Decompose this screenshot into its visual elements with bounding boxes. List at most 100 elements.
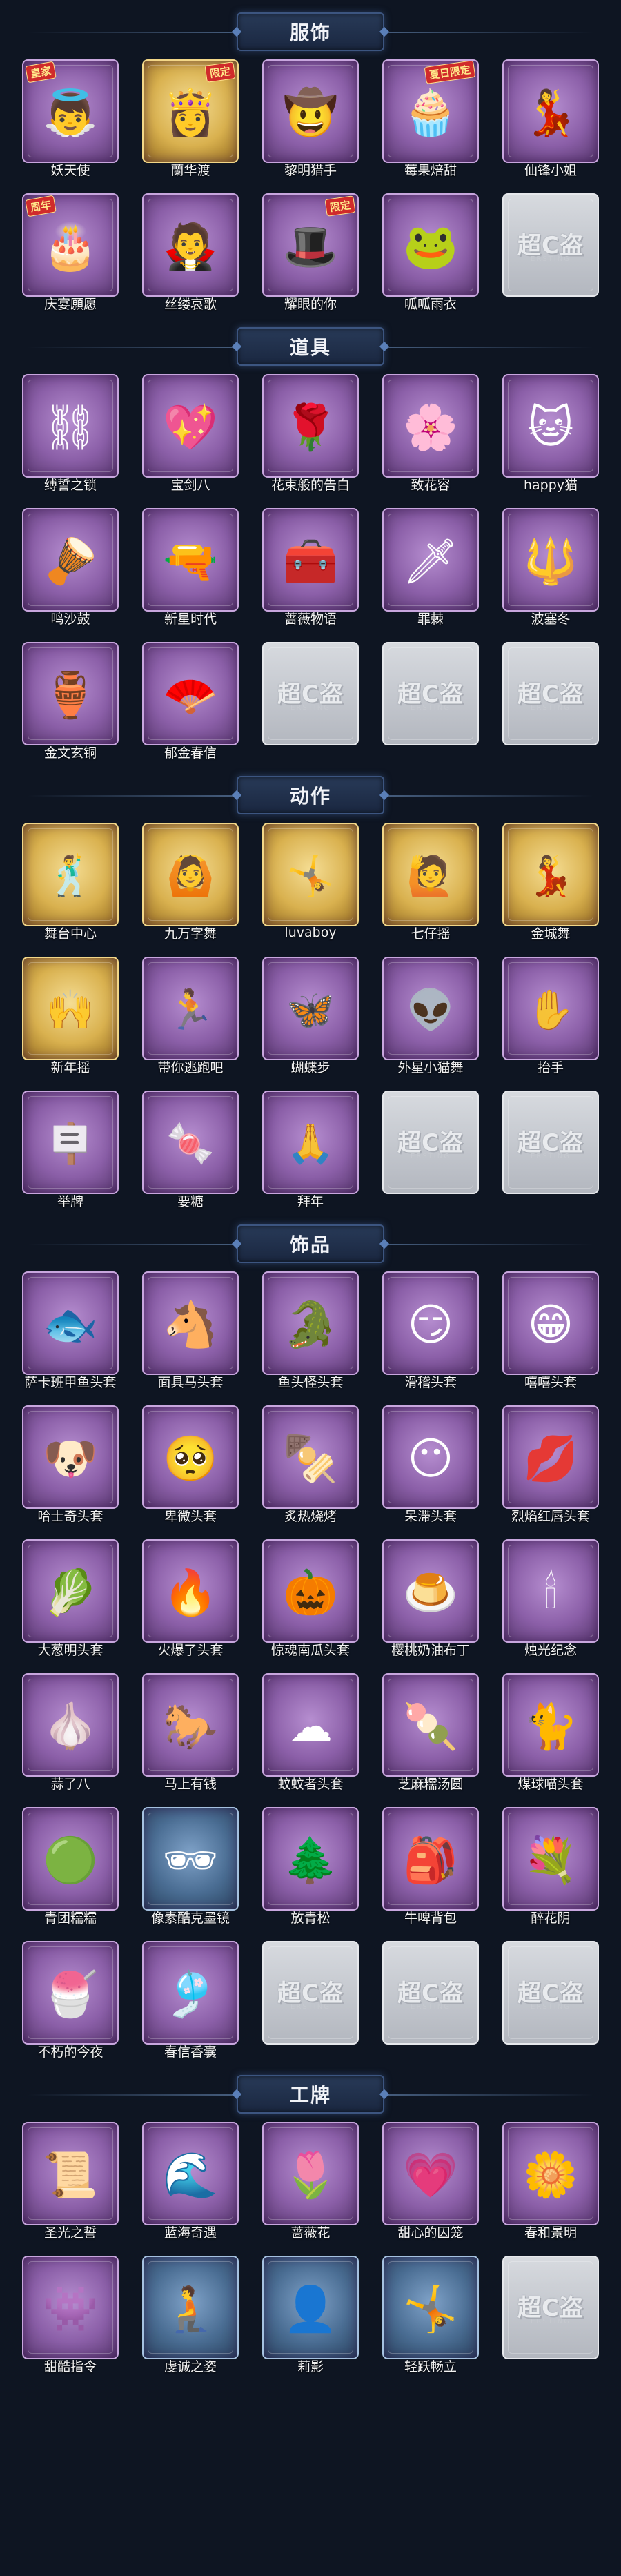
item-card[interactable]: 🪭 郁金春信 — [142, 642, 239, 763]
item-card[interactable]: 😏 滑稽头套 — [382, 1271, 479, 1393]
item-card[interactable]: 👤 莉影 — [262, 2256, 359, 2377]
item-card[interactable]: 😶 呆滞头套 — [382, 1405, 479, 1527]
item-card[interactable]: 🍧 不朽的今夜 — [22, 1941, 119, 2062]
item-card[interactable]: 🟢 青团糯糯 — [22, 1807, 119, 1929]
item-card[interactable]: 🕶 像素酷克墨镜 — [142, 1807, 239, 1929]
item-card[interactable]: 🐶 哈士奇头套 — [22, 1405, 119, 1527]
item-label: 新星时代 — [164, 611, 217, 627]
item-card[interactable]: 🐎 马上有钱 — [142, 1673, 239, 1795]
item-frame: 超C盗 ERSTING — [262, 1941, 359, 2045]
item-card[interactable]: 💖 宝剑八 — [142, 374, 239, 496]
item-card[interactable]: 🍢 炙热烧烤 — [262, 1405, 359, 1527]
empty-item-slot[interactable]: 超C盗 ERSTING — [382, 1091, 479, 1212]
item-card[interactable]: 🔫 新星时代 — [142, 508, 239, 630]
item-card[interactable]: ⛓ 缚誓之锁 — [22, 374, 119, 496]
item-card[interactable]: 🔱 波塞冬 — [502, 508, 599, 630]
item-card[interactable]: 🐟 萨卡班甲鱼头套 — [22, 1271, 119, 1393]
item-card[interactable]: 🐈 煤球喵头套 — [502, 1673, 599, 1795]
item-card[interactable]: 🌼 春和景明 — [502, 2122, 599, 2243]
item-card[interactable]: 🐴 面具马头套 — [142, 1271, 239, 1393]
item-card[interactable]: 🙆 九万字舞 — [142, 823, 239, 944]
item-frame: 🤸 — [382, 2256, 479, 2359]
item-card[interactable]: 🎂 周年 庆宴願愿 — [22, 193, 119, 315]
item-card[interactable]: 🥺 卑微头套 — [142, 1405, 239, 1527]
item-card[interactable]: 🍮 樱桃奶油布丁 — [382, 1539, 479, 1661]
item-card[interactable]: 🙌 新年摇 — [22, 957, 119, 1078]
item-frame: 🪘 — [22, 508, 119, 612]
item-card[interactable]: 🐱 happy猫 — [502, 374, 599, 496]
item-card[interactable]: 🎩 限定 耀眼的你 — [262, 193, 359, 315]
item-card[interactable]: 💗 甜心的囚笼 — [382, 2122, 479, 2243]
empty-item-slot[interactable]: 超C盗 ERSTING — [502, 1941, 599, 2062]
item-card[interactable]: 🎃 惊魂南瓜头套 — [262, 1539, 359, 1661]
item-card[interactable]: 🦋 蝴蝶步 — [262, 957, 359, 1078]
item-card[interactable]: 🌷 蔷薇花 — [262, 2122, 359, 2243]
item-card[interactable]: 🧁 夏日限定 莓果焙甜 — [382, 59, 479, 181]
item-card[interactable]: 🏺 金文玄铜 — [22, 642, 119, 763]
item-label: 缚誓之锁 — [43, 477, 97, 493]
item-card[interactable]: ☁ 蚊蚊者头套 — [262, 1673, 359, 1795]
item-frame: 🍮 — [382, 1539, 479, 1643]
item-frame: 😶 — [382, 1405, 479, 1509]
item-card[interactable]: 🪧 举牌 — [22, 1091, 119, 1212]
empty-item-slot[interactable]: 超C盗 ERSTING — [502, 2256, 599, 2377]
item-card[interactable]: 🌊 蓝海奇遇 — [142, 2122, 239, 2243]
item-card[interactable]: 🗡 罪棘 — [382, 508, 479, 630]
item-card[interactable]: 🥬 大葱明头套 — [22, 1539, 119, 1661]
item-card[interactable]: 🧎 虔诚之姿 — [142, 2256, 239, 2377]
item-card[interactable]: 📜 圣光之誓 — [22, 2122, 119, 2243]
banner-line — [28, 32, 255, 33]
item-card[interactable]: 🧄 蒜了八 — [22, 1673, 119, 1795]
empty-item-slot[interactable]: 超C盗 ERSTING — [502, 193, 599, 315]
item-card[interactable]: 💃 仙锋小姐 — [502, 59, 599, 181]
item-image-icon: 📜 — [43, 2149, 98, 2201]
item-card[interactable]: 🎒 牛啤背包 — [382, 1807, 479, 1929]
item-card[interactable]: 🎐 春信香囊 — [142, 1941, 239, 2062]
empty-item-slot[interactable]: 超C盗 ERSTING — [262, 642, 359, 763]
item-card[interactable]: 😁 嘻嘻头套 — [502, 1271, 599, 1393]
item-card[interactable]: 🪘 鸣沙鼓 — [22, 508, 119, 630]
item-card[interactable]: 🤠 黎明猎手 — [262, 59, 359, 181]
item-card[interactable]: 🏃 带你逃跑吧 — [142, 957, 239, 1078]
item-card[interactable]: 👸 限定 蘭华渡 — [142, 59, 239, 181]
item-card[interactable]: 🌲 放青松 — [262, 1807, 359, 1929]
item-card[interactable]: 🧛 丝缕哀歌 — [142, 193, 239, 315]
section: 动作 🕺 舞台中心 🙆 九万字舞 🤸 luvaboy 🙋 七仔摇 💃 金城舞 🙌 新年摇 🏃 带你逃跑吧 🦋 蝴… — [0, 773, 621, 1212]
item-card[interactable]: 🐸 呱呱雨衣 — [382, 193, 479, 315]
item-card[interactable]: 👽 外星小猫舞 — [382, 957, 479, 1078]
empty-item-slot[interactable]: 超C盗 ERSTING — [502, 1091, 599, 1212]
empty-item-slot[interactable]: 超C盗 ERSTING — [502, 642, 599, 763]
item-label: 蓝海奇遇 — [164, 2225, 217, 2241]
item-card[interactable]: ✋ 抬手 — [502, 957, 599, 1078]
item-card[interactable]: 🙋 七仔摇 — [382, 823, 479, 944]
empty-item-slot[interactable]: 超C盗 ERSTING — [262, 1941, 359, 2062]
item-card[interactable]: 🤸 轻跃畅立 — [382, 2256, 479, 2377]
item-card[interactable]: 👼 皇家 妖天使 — [22, 59, 119, 181]
item-card[interactable]: 🧰 蔷薇物语 — [262, 508, 359, 630]
item-card[interactable]: 🙏 拜年 — [262, 1091, 359, 1212]
item-card[interactable]: 🌸 致花容 — [382, 374, 479, 496]
item-card[interactable]: 👾 甜酷指令 — [22, 2256, 119, 2377]
item-image-icon: 👾 — [43, 2283, 98, 2335]
item-image-icon: 🧁 — [403, 87, 458, 139]
item-label: 芝麻糯汤圆 — [397, 1776, 464, 1792]
banner-line — [366, 795, 593, 797]
empty-item-slot[interactable]: 超C盗 ERSTING — [382, 1941, 479, 2062]
item-card[interactable]: 💃 金城舞 — [502, 823, 599, 944]
item-card[interactable]: 🕯 烛光纪念 — [502, 1539, 599, 1661]
section: 工牌 📜 圣光之誓 🌊 蓝海奇遇 🌷 蔷薇花 💗 甜心的囚笼 🌼 春和景明 👾 甜酷指令 🧎 虔诚之姿 👤 莉影… — [0, 2072, 621, 2377]
item-card[interactable]: 💐 醉花阴 — [502, 1807, 599, 1929]
item-card[interactable]: 🕺 舞台中心 — [22, 823, 119, 944]
item-label — [382, 2039, 479, 2062]
item-image-icon: 😁 — [527, 1299, 574, 1351]
item-card[interactable]: 💋 烈焰红唇头套 — [502, 1405, 599, 1527]
item-card[interactable]: 🔥 火爆了头套 — [142, 1539, 239, 1661]
item-label: 金城舞 — [531, 926, 571, 941]
item-card[interactable]: 🌹 花束般的告白 — [262, 374, 359, 496]
item-card[interactable]: 🤸 luvaboy — [262, 823, 359, 944]
item-card[interactable]: 🍬 要糖 — [142, 1091, 239, 1212]
item-card[interactable]: 🐊 鱼头怪头套 — [262, 1271, 359, 1393]
item-image-icon: 🔫 — [163, 536, 218, 587]
empty-item-slot[interactable]: 超C盗 ERSTING — [382, 642, 479, 763]
item-card[interactable]: 🍡 芝麻糯汤圆 — [382, 1673, 479, 1795]
